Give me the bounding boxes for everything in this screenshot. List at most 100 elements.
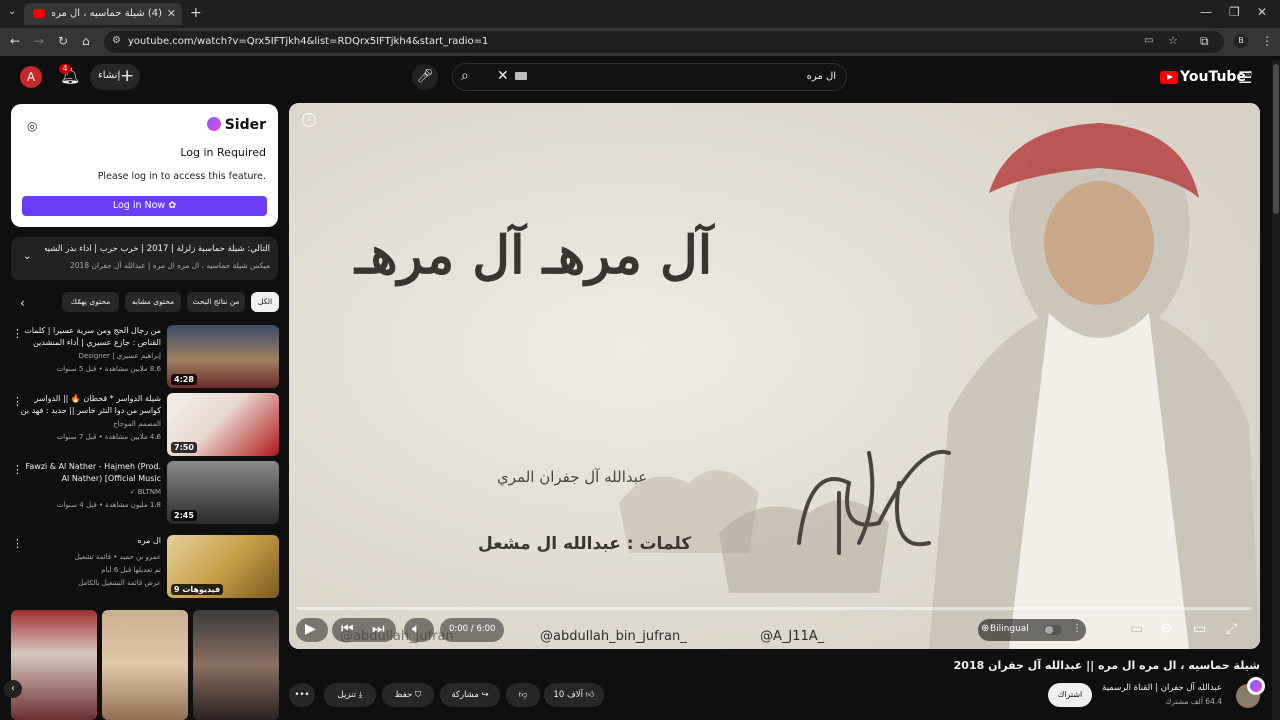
plus-icon: + xyxy=(120,66,135,86)
youtube-play-logo-icon xyxy=(1160,70,1178,84)
video-meta: 4.6 ملايين مشاهدة • قبل 7 سنوات xyxy=(56,433,161,441)
reload-icon[interactable]: ↻ xyxy=(58,34,68,48)
dislike-button[interactable]: 👎︎ xyxy=(506,683,540,707)
video-meta: 1.8 مليون مشاهدة • قبل 4 سنوات xyxy=(56,501,161,509)
calligraphy-logo xyxy=(797,449,951,555)
duration-badge: 4:28 xyxy=(171,374,197,385)
mix-playlist-banner[interactable]: ⌄ التالي: شيلة حماسية زلزلة | 2017 | خرب… xyxy=(11,237,278,280)
bilingual-more-icon[interactable]: ⋮ xyxy=(1072,623,1082,634)
scrollbar-thumb[interactable] xyxy=(1273,64,1279,214)
dislike-icon: 👎︎ xyxy=(518,690,528,700)
view-full-playlist-link[interactable]: عرض قائمة التشغيل بالكامل xyxy=(19,579,161,587)
settings-icon[interactable]: ⚙ xyxy=(1160,621,1173,637)
chips-prev-chevron-icon[interactable]: ‹ xyxy=(20,296,25,310)
search-icon[interactable]: ⌕ xyxy=(461,68,469,84)
create-button[interactable]: إنشاء + xyxy=(90,64,140,90)
info-icon[interactable]: i xyxy=(302,113,316,127)
subscriber-count: 64.4 ألف مشترك xyxy=(1165,697,1222,706)
video-title: Fawzi & Al Nather - Hajmeh (Prod. Al Nat… xyxy=(25,462,161,483)
home-icon[interactable]: ⌂ xyxy=(82,34,90,48)
mix-sub-label: ميكس شيلة حماسيه ، ال مره ال مره | عبدال… xyxy=(70,261,270,270)
sider-login-panel: ◎ Sider Log in Required Please log in to… xyxy=(11,104,278,227)
channel-name: BLTNM ✓ xyxy=(129,488,161,496)
theater-mode-icon[interactable]: ▭ xyxy=(1193,621,1206,637)
play-icon[interactable]: ▶ xyxy=(305,621,316,637)
list-item[interactable]: ⋮ ال مره عمرو بن حميد • قائمة تشغيل تم ت… xyxy=(8,535,280,599)
more-actions-button[interactable]: ••• xyxy=(289,683,315,707)
subscribe-button[interactable]: اشتراك xyxy=(1048,683,1092,707)
chip-all[interactable]: الكل xyxy=(251,292,279,312)
tab-list-chevron-icon[interactable]: ⌄ xyxy=(8,6,16,17)
fullscreen-icon[interactable]: ⤢ xyxy=(1226,621,1237,637)
logo-text: YouTube xyxy=(1180,69,1246,85)
bookmark-star-icon[interactable]: ☆ xyxy=(1168,34,1178,47)
channel-name: عمرو بن حميد • قائمة تشغيل xyxy=(74,553,161,561)
settings-gear-icon[interactable]: ◎ xyxy=(27,119,37,133)
video-title: من رجال الحج ومن سرية عسيرا | كلمات القن… xyxy=(24,326,161,347)
clear-search-icon[interactable]: ✕ xyxy=(497,68,509,84)
create-label: إنشاء xyxy=(98,70,121,81)
youtube-favicon-icon xyxy=(33,9,45,18)
channel-name[interactable]: عبدالله آل جفران | القناة الرسمية xyxy=(1102,683,1222,693)
bilingual-switch[interactable] xyxy=(1044,625,1062,635)
like-button[interactable]: 10 آلاف 👍︎ xyxy=(544,683,604,707)
sider-logo-icon xyxy=(206,117,221,131)
download-button[interactable]: تنزيل ⤓ xyxy=(324,683,376,707)
maximize-icon[interactable]: ❐ xyxy=(1229,5,1240,19)
snapchat-handle: @A_J11A_ xyxy=(760,629,825,644)
instagram-handle: @abdullah_bin_jufran_ xyxy=(540,629,687,644)
youtube-header: A 🔔︎ 4 إنشاء + 🎤︎ ⌕ ✕ ال مره YouTubeJO ☰ xyxy=(0,56,1280,100)
share-label: مشاركة xyxy=(451,690,479,700)
forward-icon[interactable]: → xyxy=(34,34,44,48)
lyrics-credit: كلمات : عبدالله ال مشعل xyxy=(478,534,692,554)
save-button[interactable]: حفظ ⛉ xyxy=(382,683,434,707)
subtitles-icon[interactable]: ▭ xyxy=(1130,621,1143,637)
expand-chevron-icon[interactable]: ⌄ xyxy=(23,251,31,262)
browser-tab[interactable]: (4) شيلة حماسيه ، ال مره ال مره ✕ xyxy=(24,3,182,25)
download-label: تنزيل xyxy=(337,690,356,700)
search-value: ال مره xyxy=(806,71,836,82)
short-thumbnail[interactable] xyxy=(193,610,279,720)
bilingual-toggle[interactable]: ⊕ Bilingual ⋮ xyxy=(978,619,1086,641)
video-meta: 8.6 ملايين مشاهدة • قبل 5 سنوات xyxy=(56,365,161,373)
login-message: Please log in to access this feature. xyxy=(97,171,266,182)
duration-badge: 7:50 xyxy=(171,442,197,453)
site-info-icon[interactable]: ⚙ xyxy=(112,35,121,46)
cast-icon[interactable]: ▭ xyxy=(1144,35,1153,46)
short-thumbnail[interactable] xyxy=(11,610,97,720)
extensions-icon[interactable]: ⧉ xyxy=(1200,34,1209,49)
close-tab-icon[interactable]: ✕ xyxy=(167,7,176,20)
avatar[interactable]: A xyxy=(20,66,42,88)
list-item[interactable]: ⋮ من رجال الحج ومن سرية عسيرا | كلمات ال… xyxy=(8,325,280,389)
time-display: 0:00 / 6:00 xyxy=(449,624,496,634)
voice-search-mic-icon[interactable]: 🎤︎ xyxy=(412,64,438,90)
video-player[interactable] xyxy=(289,103,1260,649)
login-now-label: Log in Now xyxy=(112,200,166,211)
video-title: شيلة حماسيه ، ال مره ال مره || عبدالله آ… xyxy=(953,659,1260,672)
shorts-prev-arrow-icon[interactable]: ‹ xyxy=(4,680,22,698)
share-button[interactable]: مشاركة ↪ xyxy=(440,683,500,707)
list-item[interactable]: ⋮ Fawzi & Al Nather - Hajmeh (Prod. Al N… xyxy=(8,461,280,525)
url-field[interactable]: ⚙ youtube.com/watch?v=Qrx5IFTjkh4&list=R… xyxy=(104,31,1224,53)
chip-from-search[interactable]: من نتائج البحث xyxy=(187,292,245,312)
keyboard-icon[interactable] xyxy=(515,72,527,80)
short-thumbnail[interactable] xyxy=(102,610,188,720)
close-window-icon[interactable]: ✕ xyxy=(1257,5,1267,19)
back-icon[interactable]: ← xyxy=(10,34,20,48)
browser-menu-icon[interactable]: ⋮ xyxy=(1261,34,1273,48)
chip-for-you[interactable]: محتوى يهمّك xyxy=(62,292,119,312)
login-now-button[interactable]: Log in Now ✿ xyxy=(22,196,267,216)
search-input[interactable]: ⌕ ✕ ال مره xyxy=(452,63,847,91)
sider-floating-icon[interactable] xyxy=(1247,677,1265,695)
progress-bar[interactable] xyxy=(297,607,1252,610)
new-tab-icon[interactable]: + xyxy=(190,5,202,21)
list-item[interactable]: ⋮ شيلة الدواسر * قحطان 🔥 || الدواسر كواس… xyxy=(8,393,280,457)
bilingual-label: Bilingual xyxy=(990,624,1029,634)
save-label: حفظ xyxy=(394,690,413,700)
guide-menu-icon[interactable]: ☰ xyxy=(1238,68,1252,87)
minimize-icon[interactable]: — xyxy=(1200,5,1212,19)
more-horizontal-icon: ••• xyxy=(294,690,310,700)
chip-similar[interactable]: محتوى مشابه xyxy=(125,292,181,312)
playlist-meta: تم تعديلها قبل 6 أيام xyxy=(101,566,161,574)
profile-icon[interactable]: B xyxy=(1234,34,1248,48)
